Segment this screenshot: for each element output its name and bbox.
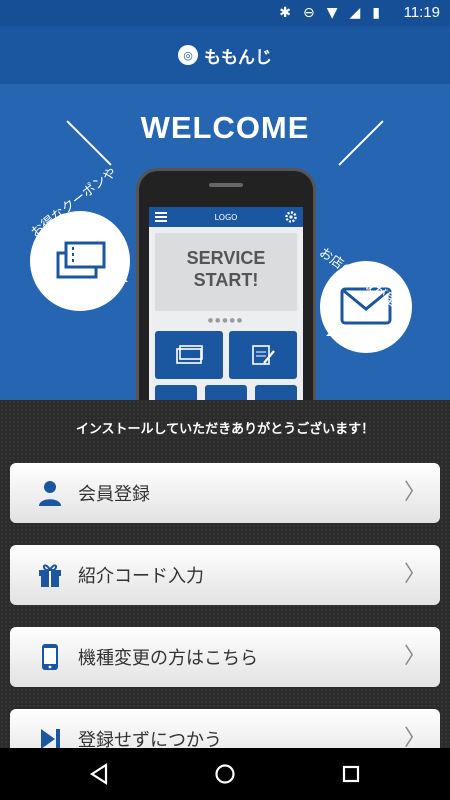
recents-icon[interactable] [337,760,365,788]
enter-referral-code-button[interactable]: 紹介コード入力 〉 [10,545,440,605]
person-icon [36,479,64,507]
welcome-title: WELCOME [140,110,310,145]
brand-name: ももんじ [204,47,272,67]
phone-speaker [209,183,243,187]
use-without-registration-button[interactable]: 登録せずにつかう 〉 [10,709,440,748]
signal-icon: ◢ [349,5,361,21]
banner-line-2: START! [193,270,259,290]
back-icon[interactable] [85,760,113,788]
thanks-message: インストールしていただきありがとうございます！ [75,422,375,437]
phone-tile-notes [229,331,297,379]
phone-screen: LOGO SERVICE START! ●●●●● [149,207,303,400]
battery-icon: ▮ [372,5,380,21]
gift-icon [36,561,64,589]
info-bubble-tail [326,324,338,336]
wifi-icon: ▼ [326,5,338,21]
coupon-bubble-tail [116,270,128,282]
phone-tile-coupon [155,331,223,379]
register-member-label: 会員登録 [78,484,150,505]
chevron-right-icon: 〉 [403,644,426,669]
welcome-hero: WELCOME LOGO SERVICE START! ●●●●● お得なクーポ… [0,84,450,400]
service-start-banner: SERVICE START! [155,233,297,311]
phone-tile-5 [255,385,297,400]
notepad-icon [252,345,275,365]
phone-tile-4 [205,385,247,400]
use-without-registration-label: 登録せずにつかう [78,730,222,748]
smartphone-icon [36,643,64,671]
brand-mark-icon: ◎ [178,45,198,65]
gear-icon [285,211,297,223]
bluetooth-icon: ✱ [279,5,291,21]
status-time: 11:19 [403,4,440,21]
device-change-button[interactable]: 機種変更の方はこちら 〉 [10,627,440,687]
carousel-dots: ●●●●● [207,317,245,324]
status-icons: ✱ ⊖ ▼ ◢ ▮ [279,4,380,22]
home-icon[interactable] [211,760,239,788]
ticket-icon [176,345,203,364]
do-not-disturb-icon: ⊖ [302,5,315,21]
brand-logo: ◎ ももんじ [178,43,272,68]
phone-screen-header: LOGO [149,207,303,227]
register-member-button[interactable]: 会員登録 〉 [10,463,440,523]
coupon-ticket-icon [56,241,106,279]
hamburger-icon [155,212,167,222]
phone-screen-logo: LOGO [214,212,238,222]
system-nav-bar [0,748,450,800]
enter-referral-code-label: 紹介コード入力 [78,566,204,587]
phone-illustration: LOGO SERVICE START! ●●●●● [136,168,316,400]
chevron-right-icon: 〉 [403,726,426,749]
skip-next-icon [36,725,64,748]
status-bar: ✱ ⊖ ▼ ◢ ▮ 11:19 [0,0,450,26]
chevron-right-icon: 〉 [403,480,426,505]
app-header: ◎ ももんじ [0,26,450,84]
chevron-right-icon: 〉 [403,562,426,587]
phone-tile-3 [155,385,197,400]
action-panel: インストールしていただきありがとうございます！ 会員登録 〉 紹介コード入力 〉… [0,400,450,748]
banner-line-1: SERVICE [186,248,266,268]
device-change-label: 機種変更の方はこちら [78,648,258,669]
